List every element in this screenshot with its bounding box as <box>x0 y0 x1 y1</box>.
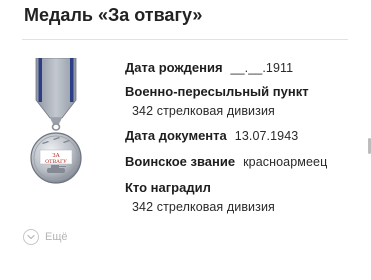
awarded-by-value: 342 стрелковая дивизия <box>132 200 275 214</box>
document-date-value: 13.07.1943 <box>234 129 299 143</box>
birth-date-row: Дата рождения __.__.1911 <box>125 60 293 76</box>
title-divider <box>22 39 348 40</box>
show-more-label: Ещё <box>45 231 68 243</box>
chevron-down-icon <box>23 229 39 245</box>
rank-row: Воинское звание красноармеец <box>125 154 327 170</box>
transit-point-label: Военно-пересыльный пункт <box>125 84 309 99</box>
rank-label: Воинское звание <box>125 154 236 169</box>
document-date-label: Дата документа <box>125 128 227 143</box>
transit-point-value: 342 стрелковая дивизия <box>132 104 275 118</box>
medal-inscription-line2: ОТВАГУ <box>45 159 67 165</box>
award-card: Медаль «За отвагу» ЗА ОТВАГУ Дата рожден… <box>0 0 371 280</box>
birth-date-label: Дата рождения <box>125 60 223 75</box>
show-more-button[interactable]: Ещё <box>23 229 68 245</box>
awarded-by-value-row: 342 стрелковая дивизия <box>132 199 275 215</box>
medal-image: ЗА ОТВАГУ <box>30 58 82 184</box>
page-title: Медаль «За отвагу» <box>24 5 203 25</box>
awarded-by-row: Кто наградил <box>125 180 211 196</box>
rank-value: красноармеец <box>243 155 328 169</box>
transit-point-value-row: 342 стрелковая дивизия <box>132 103 275 119</box>
awarded-by-label: Кто наградил <box>125 180 211 195</box>
transit-point-row: Военно-пересыльный пункт <box>125 84 309 100</box>
birth-date-value: __.__.1911 <box>230 61 294 75</box>
document-date-row: Дата документа 13.07.1943 <box>125 128 298 144</box>
